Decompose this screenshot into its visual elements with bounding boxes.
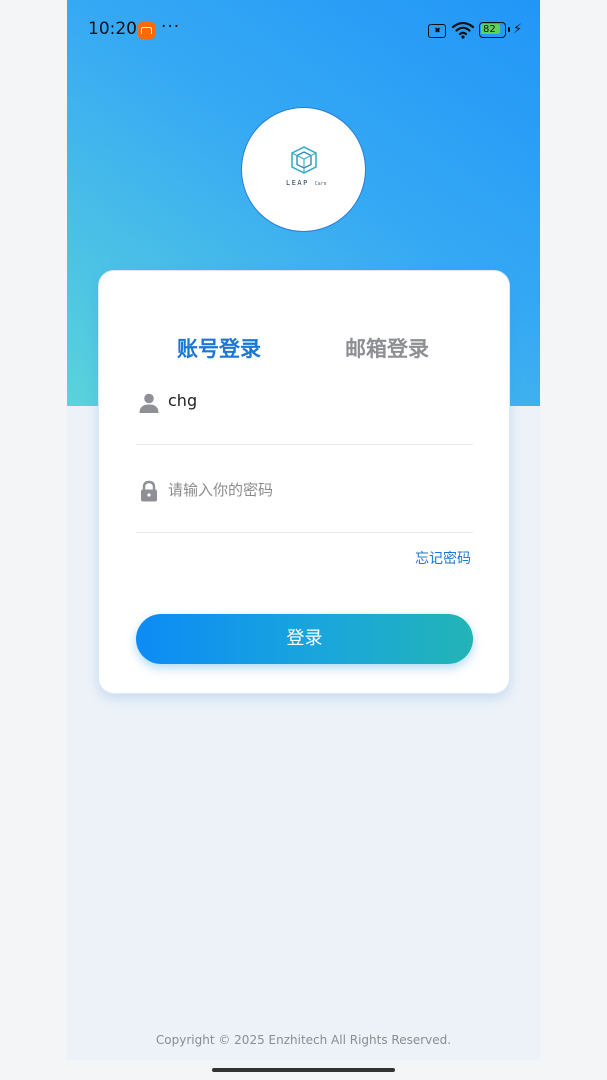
lock-icon [141,480,157,502]
login-button[interactable]: 登录 [136,614,473,664]
charging-icon: ⚡ [513,22,523,37]
tab-email-login[interactable]: 邮箱登录 [345,333,429,363]
user-icon [139,393,159,413]
password-field[interactable]: 请输入你的密码 [136,473,473,533]
leap-cube-icon [291,146,317,174]
no-sim-icon [428,24,446,38]
home-indicator[interactable] [212,1068,395,1072]
copyright-text: Copyright © 2025 Enzhitech All Rights Re… [155,1033,452,1047]
tab-account-login[interactable]: 账号登录 [177,333,261,363]
battery-icon: 82 [479,22,510,38]
mi-app-icon [138,22,155,39]
login-card: 账号登录 邮箱登录 chg 请输入你的密码 忘记密码 登录 [98,270,510,694]
username-field[interactable]: chg [136,385,473,445]
username-input[interactable]: chg [168,391,197,410]
app-logo: LEAP Care [241,107,366,232]
status-time: 10:20 [88,19,137,39]
gesture-bar [67,1060,540,1080]
more-notifications-icon: ··· [161,17,181,37]
forgot-password-link[interactable]: 忘记密码 [415,548,471,568]
logo-wordmark: LEAP Care [286,179,327,187]
wifi-icon [451,21,475,39]
logo-sub: Care [314,181,327,187]
logo-brand: LEAP [286,179,309,187]
battery-level: 82 [483,24,496,35]
password-input[interactable]: 请输入你的密码 [168,479,273,500]
app-screen: 10:20 ··· 82 ⚡ LEAP Care 账号登录 邮箱登录 chg 请… [67,0,540,1080]
status-bar: 10:20 ··· 82 ⚡ [67,0,540,60]
